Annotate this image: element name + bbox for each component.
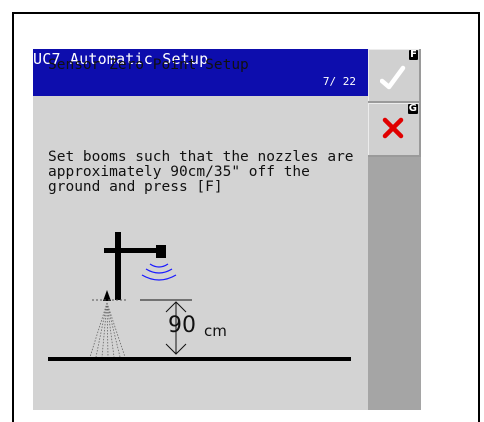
spray-cone-icon: [89, 302, 126, 358]
sonar-waves-icon: [141, 263, 177, 281]
close-icon: [382, 117, 404, 139]
height-value: 90: [168, 313, 196, 338]
softkey-letter: F: [409, 49, 418, 60]
boom-pole: [115, 232, 121, 300]
confirm-softkey[interactable]: F: [368, 49, 421, 103]
check-icon: [380, 65, 406, 90]
softkey-letter: G: [407, 103, 418, 114]
sensor-block: [156, 245, 166, 258]
height-unit: cm: [204, 322, 227, 340]
nozzle-icon: [103, 290, 111, 301]
ground-line: [48, 357, 351, 361]
softkey-bar: F G: [368, 49, 421, 410]
cancel-softkey[interactable]: G: [368, 103, 421, 157]
boom-arm: [104, 248, 164, 253]
